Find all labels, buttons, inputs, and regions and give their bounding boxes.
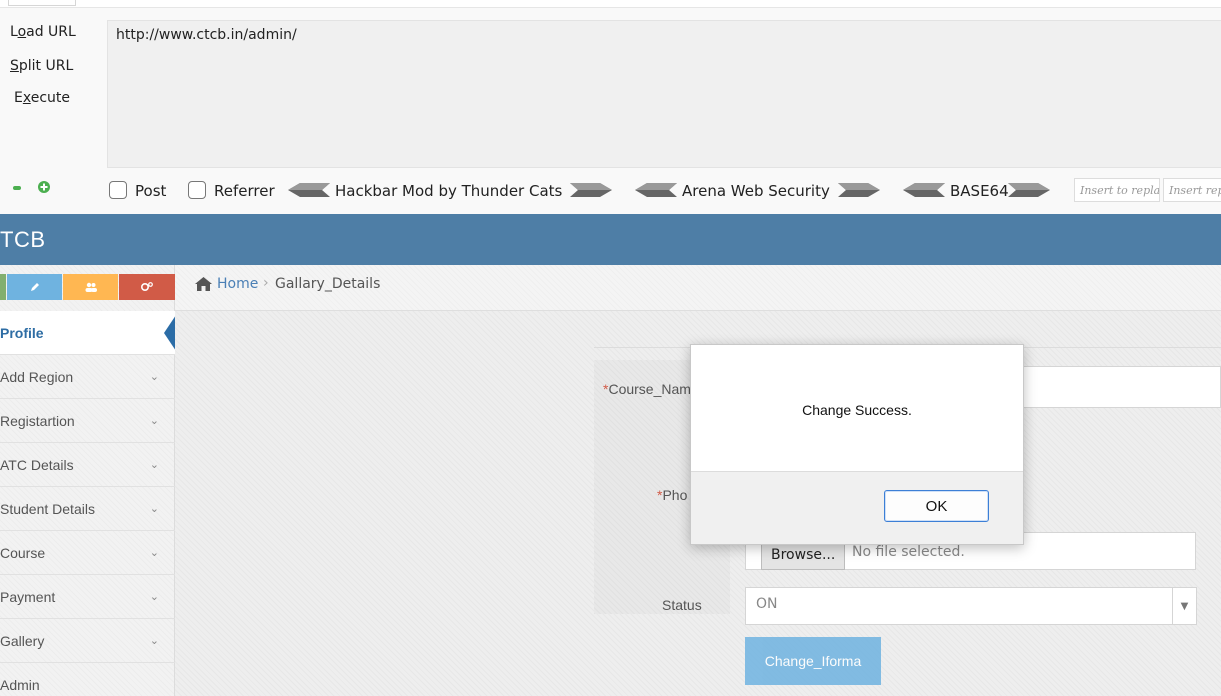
status-select[interactable]: ON ▼ (745, 587, 1197, 625)
dialog-footer: OK (691, 471, 1023, 544)
referrer-checkbox[interactable] (188, 181, 206, 199)
site-header: TCB (0, 214, 1221, 265)
hackbar-group-label[interactable]: BASE64 (950, 181, 1009, 201)
sidebar-shortcuts (0, 274, 175, 300)
sidebar-item-add-region[interactable]: Add Region ⌄ (0, 355, 175, 399)
sidebar-item-label: Registartion (0, 413, 75, 429)
shortcut-users[interactable] (63, 274, 118, 300)
sidebar-item-student-details[interactable]: Student Details ⌄ (0, 487, 175, 531)
hackbar-top-edge (0, 0, 1221, 8)
right-arrow-icon[interactable] (570, 183, 612, 197)
sidebar-item-registration[interactable]: Registartion ⌄ (0, 399, 175, 443)
left-arrow-icon[interactable] (903, 183, 945, 197)
chevron-down-icon: ⌄ (149, 503, 159, 515)
post-checkbox[interactable] (109, 181, 127, 199)
url-textarea[interactable]: http://www.ctcb.in/admin/ (107, 20, 1221, 168)
chevron-down-icon: ⌄ (149, 371, 159, 383)
sidebar-item-profile[interactable]: Profile (0, 311, 176, 355)
site-brand[interactable]: TCB (0, 227, 46, 253)
sidebar-item-admin[interactable]: Admin (0, 663, 175, 696)
change-information-button[interactable]: Change_Iforma (745, 637, 881, 685)
sidebar-item-label: Profile (0, 325, 44, 341)
breadcrumb: Home › Gallary_Details (175, 265, 1221, 311)
alert-dialog: Change Success. OK (690, 344, 1024, 545)
sidebar-item-atc-details[interactable]: ATC Details ⌄ (0, 443, 175, 487)
plus-icon[interactable] (38, 181, 50, 193)
shortcut-settings[interactable] (119, 274, 175, 300)
breadcrumb-home-link[interactable]: Home (217, 276, 258, 292)
left-arrow-icon[interactable] (635, 183, 677, 197)
sidebar-item-label: Course (0, 545, 46, 561)
shortcut-success[interactable] (0, 274, 6, 300)
status-label: Status (662, 597, 702, 613)
users-icon (85, 282, 97, 292)
breadcrumb-separator-icon: › (263, 275, 269, 291)
chevron-down-icon: ⌄ (149, 635, 159, 647)
sidebar-item-course[interactable]: Course ⌄ (0, 531, 175, 575)
course-name-label: *Course_Nam (603, 381, 691, 397)
sidebar-item-label: Add Region (0, 369, 74, 385)
hackbar-group-label[interactable]: Arena Web Security (682, 181, 830, 201)
course-name-input[interactable] (1008, 366, 1221, 408)
home-icon (195, 277, 212, 295)
right-arrow-icon[interactable] (838, 183, 880, 197)
ok-button[interactable]: OK (884, 490, 989, 522)
chevron-down-icon: ▼ (1172, 588, 1196, 624)
execute-button[interactable]: Execute (14, 90, 70, 106)
breadcrumb-current: Gallary_Details (275, 276, 381, 292)
left-arrow-icon[interactable] (288, 183, 330, 197)
split-url-button[interactable]: Split URL (10, 58, 73, 74)
sidebar-item-label: Admin (0, 677, 40, 693)
file-status-text: No file selected. (852, 544, 965, 560)
sidebar-item-payment[interactable]: Payment ⌄ (0, 575, 175, 619)
sidebar-item-label: Student Details (0, 501, 95, 517)
sidebar-item-label: Payment (0, 589, 56, 605)
chevron-down-icon: ⌄ (149, 415, 159, 427)
minus-icon[interactable] (13, 186, 21, 190)
pencil-icon (30, 283, 39, 291)
hackbar-toolbar: Load URL Split URL Execute http://www.ct… (0, 0, 1221, 214)
hackbar-tab-stub (8, 0, 76, 6)
sidebar-item-label: ATC Details (0, 457, 74, 473)
hackbar-group-label[interactable]: Hackbar Mod by Thunder Cats (335, 181, 562, 201)
insert-to-replace-input[interactable]: Insert to replace (1074, 178, 1160, 202)
status-selected-value: ON (756, 596, 778, 612)
chevron-down-icon: ⌄ (149, 591, 159, 603)
post-label: Post (135, 182, 167, 200)
cogs-icon (140, 282, 153, 292)
chevron-down-icon: ⌄ (149, 459, 159, 471)
dialog-message: Change Success. (802, 402, 912, 418)
sidebar-item-gallery[interactable]: Gallery ⌄ (0, 619, 175, 663)
shortcut-edit[interactable] (7, 274, 62, 300)
sidebar: Profile Add Region ⌄ Registartion ⌄ ATC … (0, 265, 176, 696)
chevron-down-icon: ⌄ (149, 547, 159, 559)
referrer-label: Referrer (214, 182, 275, 200)
photo-label: *Pho (657, 487, 688, 503)
load-url-button[interactable]: Load URL (10, 24, 76, 40)
insert-replacing-input[interactable]: Insert replacing (1163, 178, 1221, 202)
right-arrow-icon[interactable] (1008, 183, 1050, 197)
sidebar-item-label: Gallery (0, 633, 45, 649)
